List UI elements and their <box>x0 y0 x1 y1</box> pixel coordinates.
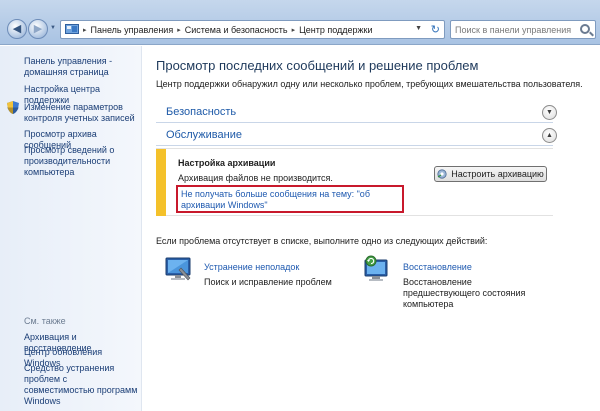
backup-icon <box>437 169 447 179</box>
chevron-down-icon[interactable]: ▼ <box>542 105 557 120</box>
recovery-desc: Восстановление предшествующего состояния… <box>403 277 526 309</box>
forward-button[interactable]: ▶ <box>28 19 48 39</box>
alternatives-prompt: Если проблема отсутствует в списке, выпо… <box>156 236 488 246</box>
search-input[interactable] <box>451 21 571 38</box>
breadcrumb-system-security[interactable]: Система и безопасность <box>185 25 288 35</box>
sidebar-item-compatibility-troubleshooter[interactable]: Средство устранения проблем с совместимо… <box>24 363 139 407</box>
main-content: Просмотр последних сообщений и решение п… <box>143 46 600 411</box>
section-security[interactable]: Безопасность ▼ <box>156 103 557 123</box>
search-icon[interactable] <box>580 24 590 34</box>
back-button[interactable]: ◀ <box>7 19 27 39</box>
recent-pages-dropdown[interactable]: ▼ <box>50 25 56 31</box>
alert-text: Архивация файлов не производится. <box>178 173 333 183</box>
recovery-link[interactable]: Восстановление <box>403 262 472 272</box>
address-dropdown-icon[interactable]: ▼ <box>415 25 422 32</box>
troubleshooting-icon[interactable] <box>163 254 193 284</box>
breadcrumb-separator: ▸ <box>83 26 87 34</box>
sidebar-home-link[interactable]: Панель управления - домашняя страница <box>24 56 139 78</box>
see-also-heading: См. также <box>24 316 66 326</box>
sidebar-item-uac-settings[interactable]: Изменение параметров контроля учетных за… <box>24 102 139 124</box>
breadcrumb-control-panel[interactable]: Панель управления <box>91 25 174 35</box>
breadcrumb-action-center[interactable]: Центр поддержки <box>299 25 372 35</box>
section-maintenance-label[interactable]: Обслуживание <box>166 129 242 141</box>
sidebar: Панель управления - домашняя страница На… <box>0 46 142 411</box>
backup-alert: Настройка архивации Архивация файлов не … <box>156 148 553 216</box>
refresh-icon[interactable]: ↻ <box>431 23 440 36</box>
uac-shield-icon <box>7 101 19 114</box>
troubleshooting-desc: Поиск и исправление проблем <box>204 277 332 287</box>
arrow-right-icon: ▶ <box>33 22 43 35</box>
title-bar: ◀ ▶ ▼ ▸ Панель управления ▸ Система и бе… <box>0 0 600 45</box>
alert-title: Настройка архивации <box>178 158 276 168</box>
arrow-left-icon: ◀ <box>12 22 22 35</box>
setup-backup-button[interactable]: Настроить архивацию <box>434 166 547 182</box>
setup-backup-label: Настроить архивацию <box>451 169 544 179</box>
address-bar[interactable]: ▸ Панель управления ▸ Система и безопасн… <box>60 20 445 39</box>
warning-stripe <box>156 149 166 216</box>
troubleshooting-link[interactable]: Устранение неполадок <box>204 262 299 272</box>
search-box[interactable] <box>450 20 596 39</box>
page-title: Просмотр последних сообщений и решение п… <box>156 58 479 73</box>
chevron-up-icon[interactable]: ▲ <box>542 128 557 143</box>
control-panel-icon <box>65 24 79 34</box>
turn-off-messages-link[interactable]: Не получать больше сообщения на тему: "о… <box>176 185 404 213</box>
section-maintenance[interactable]: Обслуживание ▲ <box>156 126 557 146</box>
breadcrumb-separator[interactable]: ▸ <box>177 26 181 34</box>
sidebar-item-performance-info[interactable]: Просмотр сведений о производительности к… <box>24 145 139 178</box>
page-subtitle: Центр поддержки обнаружил одну или неско… <box>156 79 583 89</box>
recovery-icon[interactable] <box>362 254 392 284</box>
section-security-label[interactable]: Безопасность <box>166 106 236 118</box>
breadcrumb-separator[interactable]: ▸ <box>292 26 296 34</box>
